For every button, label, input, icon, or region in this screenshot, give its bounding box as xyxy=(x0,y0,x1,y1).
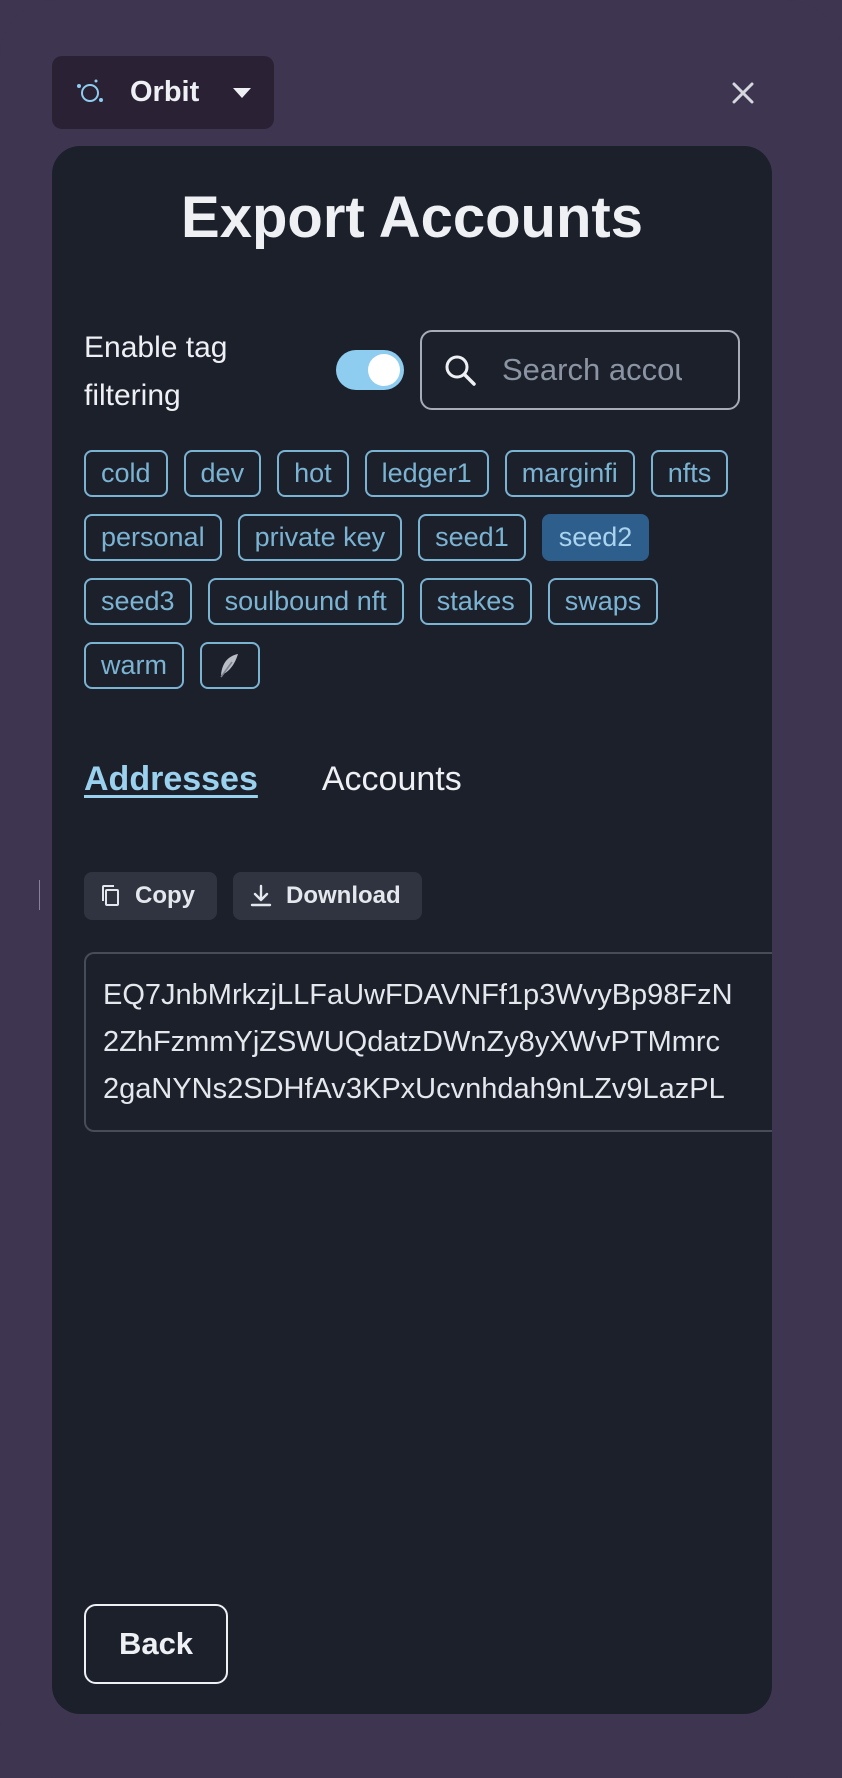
close-icon xyxy=(732,82,754,104)
tag-seed2[interactable]: seed2 xyxy=(541,514,650,561)
tag-soulbound-nft[interactable]: soulbound nft xyxy=(207,578,404,625)
address-line: 2ZhFzmmYjZSWUQdatzDWnZy8yXWvPTMmrc xyxy=(103,1026,721,1058)
tag-dev[interactable]: dev xyxy=(183,450,262,497)
feather-icon xyxy=(220,653,238,677)
search-field[interactable] xyxy=(420,330,740,410)
view-tabs: Addresses Accounts xyxy=(84,760,462,799)
tag-warm[interactable]: warm xyxy=(84,642,184,689)
export-accounts-panel: Export Accounts Enable tag filtering col… xyxy=(52,146,772,1714)
address-line: EQ7JnbMrkzjLLFaUwFDAVNFf1p3WvyBp98FzN xyxy=(103,979,733,1011)
divider xyxy=(39,880,40,910)
tag-ledger1[interactable]: ledger1 xyxy=(364,450,489,497)
export-actions: Copy Download xyxy=(84,872,422,920)
orbit-icon xyxy=(77,79,103,102)
copy-label: Copy xyxy=(135,882,195,909)
tag-seed3[interactable]: seed3 xyxy=(84,578,192,625)
tag-cold[interactable]: cold xyxy=(84,450,168,497)
tag-seed1[interactable]: seed1 xyxy=(418,514,526,561)
tag-hot[interactable]: hot xyxy=(277,450,349,497)
tag-personal[interactable]: personal xyxy=(84,514,222,561)
search-input[interactable] xyxy=(502,352,682,388)
copy-icon xyxy=(102,885,119,906)
download-icon xyxy=(250,884,272,907)
tag-list: cold dev hot ledger1 marginfi nfts perso… xyxy=(84,450,744,689)
page-title: Export Accounts xyxy=(181,185,643,250)
download-button[interactable]: Download xyxy=(233,872,422,920)
close-button[interactable] xyxy=(728,76,758,110)
tab-accounts[interactable]: Accounts xyxy=(322,760,462,799)
tag-filter-label: Enable tag filtering xyxy=(84,331,228,412)
tag-marginfi[interactable]: marginfi xyxy=(504,450,635,497)
wallet-name: Orbit xyxy=(130,76,200,108)
address-output[interactable]: EQ7JnbMrkzjLLFaUwFDAVNFf1p3WvyBp98FzN 2Z… xyxy=(84,952,772,1132)
tab-addresses[interactable]: Addresses xyxy=(84,760,258,799)
toggle-knob xyxy=(368,354,400,386)
download-label: Download xyxy=(286,882,401,909)
tag-private-key[interactable]: private key xyxy=(237,514,403,561)
wallet-selector[interactable]: Orbit xyxy=(52,56,274,129)
tag-swaps[interactable]: swaps xyxy=(547,578,659,625)
tag-stakes[interactable]: stakes xyxy=(419,578,532,625)
search-icon xyxy=(445,355,476,386)
caret-down-icon xyxy=(233,87,252,98)
tag-nfts[interactable]: nfts xyxy=(650,450,729,497)
tag-feather[interactable] xyxy=(200,642,260,689)
back-button[interactable]: Back xyxy=(84,1604,228,1684)
app-frame: Orbit Export Accounts Enable tag filteri… xyxy=(0,0,842,1778)
address-line: 2gaNYNs2SDHfAv3KPxUcvnhdah9nLZv9LazPL xyxy=(103,1073,725,1105)
tag-filter-toggle[interactable] xyxy=(336,350,404,390)
copy-button[interactable]: Copy xyxy=(84,872,217,920)
